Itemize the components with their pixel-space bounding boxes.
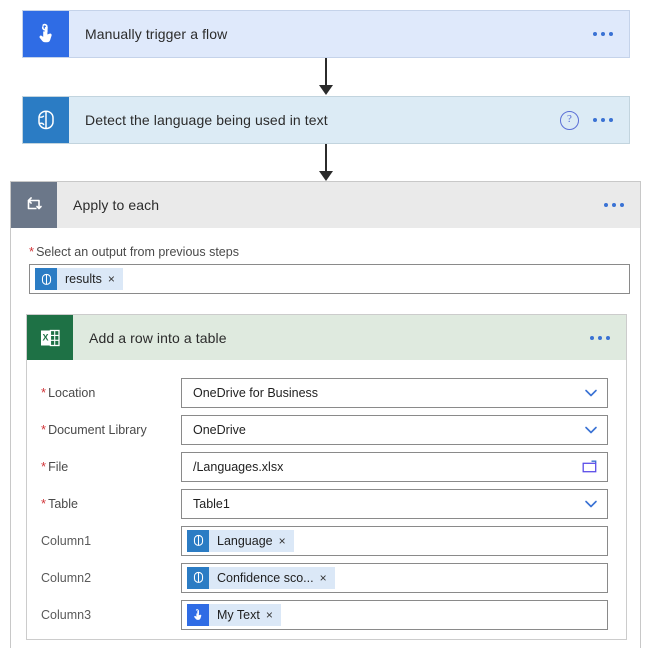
select-output-label: * Select an output from previous steps — [29, 244, 628, 259]
field-label-column1: Column1 — [41, 533, 92, 548]
chevron-down-icon[interactable] — [583, 496, 599, 512]
apply-to-each-actions — [602, 182, 640, 228]
close-icon[interactable]: × — [279, 534, 294, 548]
token-chip-my-text[interactable]: My Text × — [187, 603, 281, 626]
flow-node-title: Detect the language being used in text — [85, 112, 328, 128]
field-label-document-library: * Document Library — [41, 422, 181, 437]
field-row-document-library: * Document Library OneDrive — [27, 411, 626, 448]
token-chip-label: results — [65, 272, 102, 286]
help-icon[interactable]: ? — [560, 110, 579, 130]
flow-node-title: Manually trigger a flow — [85, 26, 228, 42]
tap-hand-icon — [187, 603, 209, 626]
folder-icon[interactable] — [581, 459, 599, 475]
field-label-column3: Column3 — [41, 607, 92, 622]
field-row-file: * File /Languages.xlsx — [27, 448, 626, 485]
flow-node-manual-trigger[interactable]: Manually trigger a flow — [22, 10, 630, 58]
document-library-dropdown[interactable]: OneDrive — [181, 414, 608, 445]
flow-node-actions — [591, 11, 629, 57]
field-label-column2: Column2 — [41, 570, 92, 585]
column3-input[interactable]: My Text × — [181, 599, 608, 630]
required-asterisk: * — [41, 496, 47, 511]
field-label-text: File — [48, 460, 69, 474]
required-asterisk: * — [41, 459, 47, 474]
table-value: Table1 — [193, 496, 230, 511]
chevron-down-icon[interactable] — [583, 385, 599, 401]
close-icon[interactable]: × — [108, 272, 123, 286]
text-analytics-brain-icon — [23, 97, 69, 143]
excel-action-header[interactable]: X Add a row into a table — [27, 315, 626, 360]
flow-node-actions: ? — [560, 97, 629, 143]
apply-to-each-header[interactable]: Apply to each — [11, 182, 640, 228]
field-label-text: Document Library — [48, 423, 147, 437]
loop-repeat-icon — [11, 182, 57, 228]
file-input[interactable]: /Languages.xlsx — [181, 451, 608, 482]
field-row-location: * Location OneDrive for Business — [27, 374, 626, 411]
field-label-table: * Table — [41, 496, 181, 511]
close-icon[interactable]: × — [266, 608, 281, 622]
select-output-label-text: Select an output from previous steps — [36, 245, 239, 259]
location-dropdown[interactable]: OneDrive for Business — [181, 377, 608, 408]
flow-node-add-row-into-table[interactable]: X Add a row into a table * Location OneDr… — [26, 314, 627, 640]
overflow-menu-icon[interactable] — [591, 28, 615, 40]
connector-arrow-detect-to-loop — [319, 144, 333, 182]
required-asterisk: * — [29, 244, 35, 259]
excel-action-actions — [588, 315, 626, 360]
excel-action-title: Add a row into a table — [89, 329, 227, 346]
token-chip-language[interactable]: Language × — [187, 529, 294, 552]
field-label-file: * File — [41, 459, 181, 474]
field-label-text: Table — [48, 497, 78, 511]
field-row-column2: Column2 Confidence sco... × — [27, 559, 626, 596]
column2-input[interactable]: Confidence sco... × — [181, 562, 608, 593]
excel-table-icon: X — [27, 315, 73, 360]
table-dropdown[interactable]: Table1 — [181, 488, 608, 519]
required-asterisk: * — [41, 422, 47, 437]
token-chip-label: My Text — [217, 607, 260, 622]
field-row-column1: Column1 Language × — [27, 522, 626, 559]
connector-arrow-trigger-to-detect — [319, 58, 333, 96]
text-analytics-brain-icon — [35, 268, 57, 290]
token-chip-confidence-score[interactable]: Confidence sco... × — [187, 566, 335, 589]
flow-node-detect-language[interactable]: Detect the language being used in text ? — [22, 96, 630, 144]
close-icon[interactable]: × — [320, 571, 335, 585]
svg-text:X: X — [42, 332, 48, 342]
overflow-menu-icon[interactable] — [588, 332, 612, 344]
text-analytics-brain-icon — [187, 529, 209, 552]
field-label-text: Location — [48, 386, 96, 400]
apply-to-each-title: Apply to each — [73, 197, 160, 213]
document-library-value: OneDrive — [193, 422, 246, 437]
chevron-down-icon[interactable] — [583, 422, 599, 438]
overflow-menu-icon[interactable] — [602, 199, 626, 211]
field-row-table: * Table Table1 — [27, 485, 626, 522]
field-label-location: * Location — [41, 385, 181, 400]
text-analytics-brain-icon — [187, 566, 209, 589]
select-output-input[interactable]: results × — [29, 264, 630, 294]
token-chip-results[interactable]: results × — [35, 268, 123, 290]
token-chip-label: Confidence sco... — [217, 570, 314, 585]
tap-hand-icon — [23, 11, 69, 57]
token-chip-label: Language — [217, 533, 273, 548]
file-value: /Languages.xlsx — [193, 459, 284, 474]
overflow-menu-icon[interactable] — [591, 114, 615, 126]
field-row-column3: Column3 My Text × — [27, 596, 626, 633]
location-value: OneDrive for Business — [193, 385, 319, 400]
required-asterisk: * — [41, 385, 47, 400]
column1-input[interactable]: Language × — [181, 525, 608, 556]
